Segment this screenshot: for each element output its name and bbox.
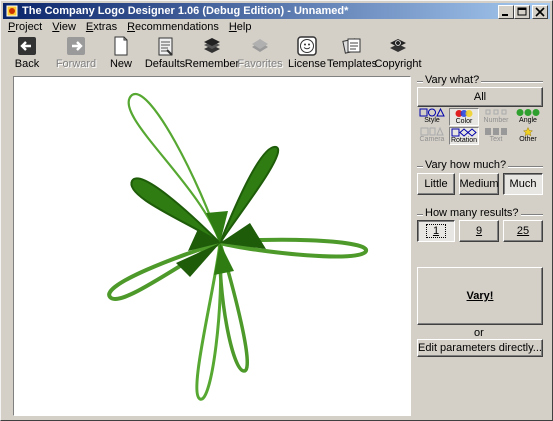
defaults-label: Defaults <box>144 58 186 70</box>
menu-recommendations[interactable]: Recommendations <box>122 20 224 34</box>
category-number[interactable]: Number <box>481 108 511 126</box>
remember-label: Remember <box>184 58 240 70</box>
back-button[interactable]: Back <box>3 35 51 71</box>
copyright-book-icon <box>388 36 408 56</box>
vary-all-button[interactable]: All <box>417 87 543 107</box>
favorites-button[interactable]: Favorites <box>235 35 285 71</box>
maximize-button[interactable] <box>514 5 530 19</box>
logo-petal-up <box>127 92 222 244</box>
vary-medium-button[interactable]: Medium <box>459 173 499 195</box>
smiley-icon <box>297 36 317 56</box>
results-9-button[interactable]: 9 <box>459 220 499 242</box>
back-arrow-icon <box>17 36 37 56</box>
favorites-label: Favorites <box>237 58 283 70</box>
license-label: License <box>288 58 326 70</box>
remember-button[interactable]: Remember <box>185 35 239 71</box>
menu-project[interactable]: Project <box>3 20 47 34</box>
color-icon <box>451 109 477 118</box>
vary-all-label: All <box>473 91 487 103</box>
new-label: New <box>109 58 132 70</box>
minimize-button[interactable] <box>498 5 514 19</box>
vary-little-button[interactable]: Little <box>417 173 455 195</box>
category-style-label: Style <box>424 117 440 124</box>
back-label: Back <box>14 58 40 70</box>
copyright-button[interactable]: Copyright <box>374 35 422 71</box>
defaults-sheet-icon <box>155 36 175 56</box>
results-1-label: 1 <box>425 224 447 238</box>
category-text-label: Text <box>489 136 503 143</box>
vary-little-label: Little <box>424 178 448 190</box>
vary-much-button[interactable]: Much <box>503 173 543 195</box>
menu-view[interactable]: View <box>47 20 81 34</box>
category-number-label: Number <box>483 117 509 124</box>
camera-icon <box>419 126 445 136</box>
or-label: or <box>474 327 484 339</box>
menu-extras[interactable]: Extras <box>81 20 122 34</box>
edit-parameters-button[interactable]: Edit parameters directly... <box>417 339 543 357</box>
category-style[interactable]: Style <box>417 107 447 126</box>
close-button[interactable] <box>532 5 548 19</box>
menu-bar: Project View Extras Recommendations Help <box>3 20 256 34</box>
other-icon <box>515 126 541 137</box>
window-title: The Company Logo Designer 1.06 (Debug Ed… <box>22 5 349 17</box>
vary-how-title: Vary how much? <box>423 159 509 171</box>
results-25-button[interactable]: 25 <box>503 220 543 242</box>
vary-much-label: Much <box>509 178 537 190</box>
copyright-label: Copyright <box>374 58 422 70</box>
favorites-icon <box>250 36 270 56</box>
category-camera-label: Camera <box>419 136 445 143</box>
new-page-icon <box>111 36 131 56</box>
category-color-label: Color <box>455 118 473 125</box>
vary-button-label: Vary! <box>466 290 494 302</box>
forward-label: Forward <box>55 58 97 70</box>
results-title: How many results? <box>423 207 521 219</box>
results-25-label: 25 <box>516 225 530 237</box>
new-button[interactable]: New <box>101 35 141 71</box>
app-logo-icon <box>6 5 18 17</box>
title-bar[interactable]: The Company Logo Designer 1.06 (Debug Ed… <box>3 3 550 19</box>
close-icon <box>535 7 545 17</box>
category-text[interactable]: Text <box>481 127 511 145</box>
templates-icon <box>342 36 362 56</box>
maximize-icon <box>517 7 527 16</box>
category-camera[interactable]: Camera <box>417 126 447 145</box>
forward-button[interactable]: Forward <box>51 35 101 71</box>
logo-petal-up-left <box>130 177 221 244</box>
vary-medium-label: Medium <box>459 178 499 190</box>
angle-icon <box>515 108 541 117</box>
logo-wedge-bottom <box>214 243 234 275</box>
app-window: The Company Logo Designer 1.06 (Debug Ed… <box>0 0 553 421</box>
menu-help[interactable]: Help <box>224 20 257 34</box>
book-stack-icon <box>202 36 222 56</box>
license-button[interactable]: License <box>285 35 329 71</box>
minimize-icon <box>502 14 508 16</box>
results-1-button[interactable]: 1 <box>417 220 455 242</box>
shapes-icon <box>419 107 445 117</box>
logo-preview <box>107 92 369 401</box>
results-9-label: 9 <box>475 225 483 237</box>
category-other-label: Other <box>519 136 537 143</box>
vary-button[interactable]: Vary! <box>417 267 543 325</box>
number-icon <box>483 108 509 117</box>
toolbar: Back Forward New Defaults Remember Favor… <box>3 35 422 71</box>
category-angle[interactable]: Angle <box>513 108 543 126</box>
forward-arrow-icon <box>66 36 86 56</box>
rotation-icon <box>451 128 477 137</box>
category-angle-label: Angle <box>519 117 537 124</box>
edit-parameters-label: Edit parameters directly... <box>418 342 542 354</box>
templates-label: Templates <box>326 58 378 70</box>
logo-canvas[interactable] <box>13 76 411 416</box>
text-icon <box>483 127 509 136</box>
category-rotation[interactable]: Rotation <box>449 127 479 145</box>
category-other[interactable]: Other <box>513 126 543 145</box>
category-color[interactable]: Color <box>449 108 479 126</box>
defaults-button[interactable]: Defaults <box>141 35 189 71</box>
templates-button[interactable]: Templates <box>326 35 378 71</box>
category-rotation-label: Rotation <box>450 137 478 144</box>
vary-what-title: Vary what? <box>423 74 482 86</box>
